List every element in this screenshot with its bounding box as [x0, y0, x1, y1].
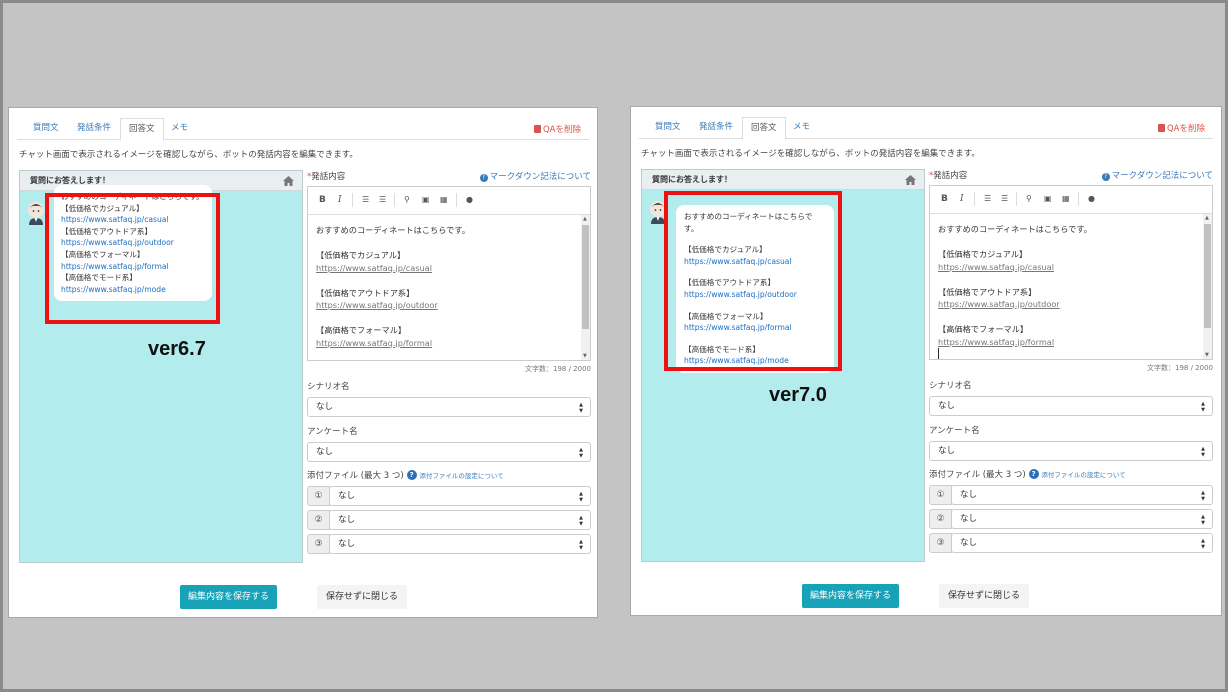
delete-qa-label: QAを削除	[542, 125, 581, 135]
content-label: *発話内容	[929, 171, 968, 181]
content-editor[interactable]: B I ☰ ☰ ⚲ ▣ ▦ ● おすすめのコーディネートはこちらです。 【低価格…	[929, 185, 1213, 360]
image-icon[interactable]: ▣	[1044, 194, 1052, 203]
bold-icon[interactable]: B	[941, 194, 948, 204]
delete-qa-button[interactable]: QAを削除	[533, 123, 581, 135]
close-without-save-button[interactable]: 保存せずに閉じる	[317, 585, 408, 609]
description: チャット画面で表示されるイメージを確認しながら、ボットの発話内容を編集できます。	[19, 150, 358, 160]
delete-qa-button[interactable]: QAを削除	[1157, 122, 1205, 134]
attach-help-link[interactable]: 添付ファイルの設定について	[1041, 471, 1125, 479]
markdown-help-link[interactable]: ? マークダウン記法について	[479, 170, 591, 182]
attach-select-3[interactable]: なし ▲ ▼	[951, 533, 1213, 553]
char-count: 文字数：198 / 2000	[1147, 364, 1213, 372]
chat-header-title: 質問にお答えします！	[652, 175, 732, 184]
comment-icon[interactable]: ●	[1088, 194, 1095, 203]
comment-icon[interactable]: ●	[466, 195, 473, 204]
scenario-label: シナリオ名	[929, 381, 972, 391]
tab-memo[interactable]: メモ	[785, 117, 818, 139]
attach-help-link[interactable]: 添付ファイルの設定について	[419, 472, 503, 480]
bullet-list-icon[interactable]: ☰	[362, 195, 369, 204]
numbered-list-icon[interactable]: ☰	[1001, 194, 1008, 203]
markdown-help-link[interactable]: ? マークダウン記法について	[1101, 169, 1213, 181]
save-button[interactable]: 編集内容を保存する	[802, 584, 900, 608]
delete-qa-label: QAを削除	[1166, 124, 1205, 134]
scenario-select[interactable]: なし ▲ ▼	[307, 397, 591, 417]
link-icon[interactable]: ⚲	[404, 195, 410, 204]
scenario-select[interactable]: なし ▲ ▼	[929, 396, 1213, 416]
attach-label: 添付ファイル (最大 3 つ)? 添付ファイルの設定について	[929, 469, 1126, 480]
attach-select-3[interactable]: なし ▲ ▼	[329, 534, 591, 554]
table-icon[interactable]: ▦	[440, 195, 448, 204]
editor-text[interactable]: おすすめのコーディネートはこちらです。 【低価格でカジュアル】 https://…	[930, 214, 1202, 359]
home-icon[interactable]	[905, 175, 916, 185]
tab-conditions[interactable]: 発話条件	[69, 118, 119, 140]
attach-number: ②	[307, 510, 330, 530]
tab-bar: 質問文 発話条件 回答文 メモ QAを削除	[17, 118, 589, 141]
numbered-list-icon[interactable]: ☰	[379, 195, 386, 204]
tab-answer[interactable]: 回答文	[742, 117, 786, 140]
tab-answer[interactable]: 回答文	[120, 118, 164, 141]
editor-panel-v67: 質問文 発話条件 回答文 メモ QAを削除 チャット画面で表示されるイメージを確…	[8, 107, 598, 618]
home-icon[interactable]	[283, 176, 294, 186]
attach-number: ①	[307, 486, 330, 506]
editor-toolbar: B I ☰ ☰ ⚲ ▣ ▦ ●	[308, 187, 590, 215]
bot-avatar-icon	[28, 202, 44, 225]
attach-number: ③	[307, 534, 330, 554]
attach-select-2[interactable]: なし ▲ ▼	[329, 510, 591, 530]
italic-icon[interactable]: I	[960, 194, 964, 204]
attach-select-1[interactable]: なし ▲ ▼	[329, 486, 591, 506]
survey-label: アンケート名	[929, 426, 980, 436]
help-icon: ?	[1101, 173, 1110, 181]
attach-number: ①	[929, 485, 952, 505]
scenario-label: シナリオ名	[307, 382, 350, 392]
italic-icon[interactable]: I	[338, 195, 342, 205]
image-icon[interactable]: ▣	[422, 195, 430, 204]
attach-number: ②	[929, 509, 952, 529]
trash-icon	[533, 125, 541, 133]
save-button[interactable]: 編集内容を保存する	[180, 585, 278, 609]
bold-icon[interactable]: B	[319, 195, 326, 205]
highlight-box	[664, 191, 842, 371]
attach-select-2[interactable]: なし ▲ ▼	[951, 509, 1213, 529]
tab-question[interactable]: 質問文	[25, 118, 67, 140]
help-icon[interactable]: ?	[1028, 469, 1039, 479]
editor-scrollbar[interactable]: ▲ ▼	[581, 215, 590, 360]
content-label: *発話内容	[307, 172, 346, 182]
trash-icon	[1157, 124, 1165, 132]
tab-conditions[interactable]: 発話条件	[691, 117, 741, 139]
tab-bar: 質問文 発話条件 回答文 メモ QAを削除	[639, 117, 1213, 140]
link-icon[interactable]: ⚲	[1026, 194, 1032, 203]
version-label: ver7.0	[769, 384, 827, 406]
char-count: 文字数：198 / 2000	[525, 365, 591, 373]
close-without-save-button[interactable]: 保存せずに閉じる	[939, 584, 1030, 608]
help-icon[interactable]: ?	[406, 470, 417, 480]
help-icon: ?	[479, 174, 488, 182]
survey-select[interactable]: なし ▲ ▼	[929, 441, 1213, 461]
editor-text[interactable]: おすすめのコーディネートはこちらです。 【低価格でカジュアル】 https://…	[308, 215, 580, 360]
chat-header: 質問にお答えします！	[642, 170, 924, 190]
editor-scrollbar[interactable]: ▲ ▼	[1203, 214, 1212, 359]
tab-question[interactable]: 質問文	[647, 117, 689, 139]
attach-select-1[interactable]: なし ▲ ▼	[951, 485, 1213, 505]
description: チャット画面で表示されるイメージを確認しながら、ボットの発話内容を編集できます。	[641, 149, 980, 159]
text-cursor	[938, 348, 939, 359]
attach-number: ③	[929, 533, 952, 553]
highlight-box	[45, 193, 220, 324]
version-label: ver6.7	[148, 338, 206, 360]
tab-memo[interactable]: メモ	[163, 118, 196, 140]
attach-label: 添付ファイル (最大 3 つ)? 添付ファイルの設定について	[307, 470, 504, 481]
table-icon[interactable]: ▦	[1062, 194, 1070, 203]
chat-header-title: 質問にお答えします！	[30, 176, 110, 185]
editor-toolbar: B I ☰ ☰ ⚲ ▣ ▦ ●	[930, 186, 1212, 214]
survey-select[interactable]: なし ▲ ▼	[307, 442, 591, 462]
bullet-list-icon[interactable]: ☰	[984, 194, 991, 203]
content-editor[interactable]: B I ☰ ☰ ⚲ ▣ ▦ ● おすすめのコーディネートはこちらです。 【低価格…	[307, 186, 591, 361]
survey-label: アンケート名	[307, 427, 358, 437]
